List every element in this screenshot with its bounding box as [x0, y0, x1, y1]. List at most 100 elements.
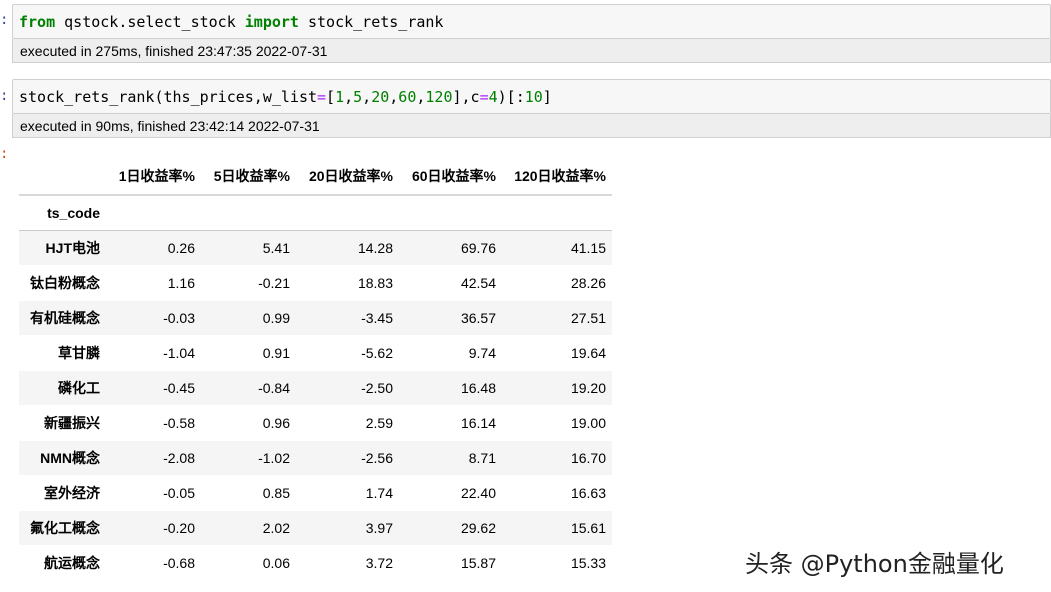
table-cell: 16.14	[460, 414, 496, 431]
output-prompt: :	[0, 146, 9, 162]
code-bracket: [	[326, 87, 336, 106]
row-index: NMN概念	[40, 449, 100, 466]
table-cell: -0.58	[163, 414, 195, 431]
dataframe-output: 1日收益率% 5日收益率% 20日收益率% 60日收益率% 120日收益率% t…	[19, 158, 612, 581]
table-cell: 18.83	[357, 274, 393, 291]
row-index: 航运概念	[44, 554, 100, 571]
table-cell: 1.16	[167, 274, 195, 291]
code-func: stock_rets_rank(ths_prices,w_list	[19, 87, 318, 106]
row-index: 草甘膦	[58, 344, 100, 361]
input-prompt: :	[0, 12, 9, 28]
table-cell: 3.72	[365, 554, 393, 571]
code-input-1[interactable]: from qstock.select_stock import stock_re…	[12, 4, 1051, 39]
table-cell: -0.03	[163, 309, 195, 326]
table-cell: 1.74	[365, 484, 393, 501]
execution-info-2: executed in 90ms, finished 23:42:14 2022…	[12, 114, 1051, 138]
table-cell: 5.41	[262, 239, 290, 256]
table-row: 航运概念 -0.68 0.06 3.72 15.87 15.33	[19, 545, 612, 580]
table-cell: 29.62	[460, 519, 496, 536]
column-header: 120日收益率%	[514, 168, 606, 184]
empty-header	[201, 195, 296, 231]
table-cell: 0.99	[262, 309, 290, 326]
table-cell: 15.33	[570, 554, 606, 571]
table-cell: -5.62	[361, 344, 393, 361]
code-num: 120	[425, 87, 453, 106]
table-cell: -0.05	[163, 484, 195, 501]
row-index: 新疆振兴	[44, 414, 100, 431]
table-body: HJT电池 0.26 5.41 14.28 69.76 41.15 钛白粉概念 …	[19, 230, 612, 580]
watermark-text: 头条 @Python金融量化	[745, 550, 1004, 578]
empty-header	[296, 195, 399, 231]
table-cell: 28.26	[570, 274, 606, 291]
table-cell: 36.57	[460, 309, 496, 326]
row-index: 室外经济	[44, 484, 100, 501]
table-row: 有机硅概念 -0.03 0.99 -3.45 36.57 27.51	[19, 300, 612, 335]
table-row: 磷化工 -0.45 -0.84 -2.50 16.48 19.20	[19, 370, 612, 405]
code-sep: ,	[344, 87, 354, 106]
code-bracket: ],c	[452, 87, 480, 106]
table-cell: 19.20	[570, 379, 606, 396]
table-cell: 2.59	[365, 414, 393, 431]
empty-header	[399, 195, 502, 231]
table-cell: 27.51	[570, 309, 606, 326]
table-cell: 8.71	[468, 449, 496, 466]
table-cell: 42.54	[460, 274, 496, 291]
code-input-2[interactable]: stock_rets_rank(ths_prices,w_list =[1, 5, 2…	[12, 79, 1051, 114]
code-eq: =	[479, 87, 489, 106]
notebook-page: : from qstock.select_stock import stock_…	[0, 0, 1051, 592]
column-header: 1日收益率%	[118, 168, 195, 184]
table-row: HJT电池 0.26 5.41 14.28 69.76 41.15	[19, 230, 612, 265]
row-index: 氟化工概念	[30, 519, 100, 536]
column-header: 5日收益率%	[213, 168, 290, 184]
table-cell: 41.15	[570, 239, 606, 256]
table-cell: 0.85	[262, 484, 290, 501]
row-index: 有机硅概念	[30, 309, 100, 326]
code-num: 1	[335, 87, 345, 106]
row-index: HJT电池	[45, 239, 100, 256]
table-row: NMN概念 -2.08 -1.02 -2.56 8.71 16.70	[19, 440, 612, 475]
empty-header	[502, 195, 612, 231]
execution-info-1: executed in 275ms, finished 23:47:35 202…	[12, 39, 1051, 63]
keyword-from: from	[19, 12, 56, 31]
column-header-row: 1日收益率% 5日收益率% 20日收益率% 60日收益率% 120日收益率%	[19, 158, 612, 195]
table-cell: 16.48	[460, 379, 496, 396]
table-cell: -0.68	[163, 554, 195, 571]
table-cell: -1.04	[163, 344, 195, 361]
table-cell: 0.06	[262, 554, 290, 571]
code-bracket: ]	[542, 87, 552, 106]
table-cell: -2.08	[163, 449, 195, 466]
row-index: 钛白粉概念	[30, 274, 100, 291]
code-cell-1[interactable]: from qstock.select_stock import stock_re…	[12, 4, 1051, 63]
row-index: 磷化工	[58, 379, 100, 396]
table-cell: 0.91	[262, 344, 290, 361]
table-cell: -0.45	[163, 379, 195, 396]
table-cell: 14.28	[357, 239, 393, 256]
corner-header	[19, 158, 106, 195]
code-num: 60	[398, 87, 417, 106]
table-cell: -1.02	[258, 449, 290, 466]
input-prompt: :	[0, 88, 9, 104]
module-name: qstock.select_stock	[55, 12, 245, 31]
column-header: 60日收益率%	[411, 168, 496, 184]
index-header-row: ts_code	[19, 195, 612, 231]
table-cell: 22.40	[460, 484, 496, 501]
code-cell-2[interactable]: stock_rets_rank(ths_prices,w_list =[1, 5, 2…	[12, 79, 1051, 138]
code-num: 10	[524, 87, 543, 106]
code-num: 4	[488, 87, 498, 106]
table-cell: -0.84	[258, 379, 290, 396]
table-cell: 2.02	[262, 519, 290, 536]
code-num: 5	[353, 87, 363, 106]
table-cell: -0.20	[163, 519, 195, 536]
import-name: stock_rets_rank	[298, 12, 444, 31]
table-row: 新疆振兴 -0.58 0.96 2.59 16.14 19.00	[19, 405, 612, 440]
table-cell: 0.96	[262, 414, 290, 431]
column-header: 20日收益率%	[308, 168, 393, 184]
table-cell: 19.00	[570, 414, 606, 431]
table-cell: 3.97	[365, 519, 393, 536]
table-cell: 16.63	[570, 484, 606, 501]
code-sep: ,	[362, 87, 372, 106]
table-row: 氟化工概念 -0.20 2.02 3.97 29.62 15.61	[19, 510, 612, 545]
code-eq: =	[317, 87, 327, 106]
table-row: 钛白粉概念 1.16 -0.21 18.83 42.54 28.26	[19, 265, 612, 300]
code-num: 20	[371, 87, 390, 106]
